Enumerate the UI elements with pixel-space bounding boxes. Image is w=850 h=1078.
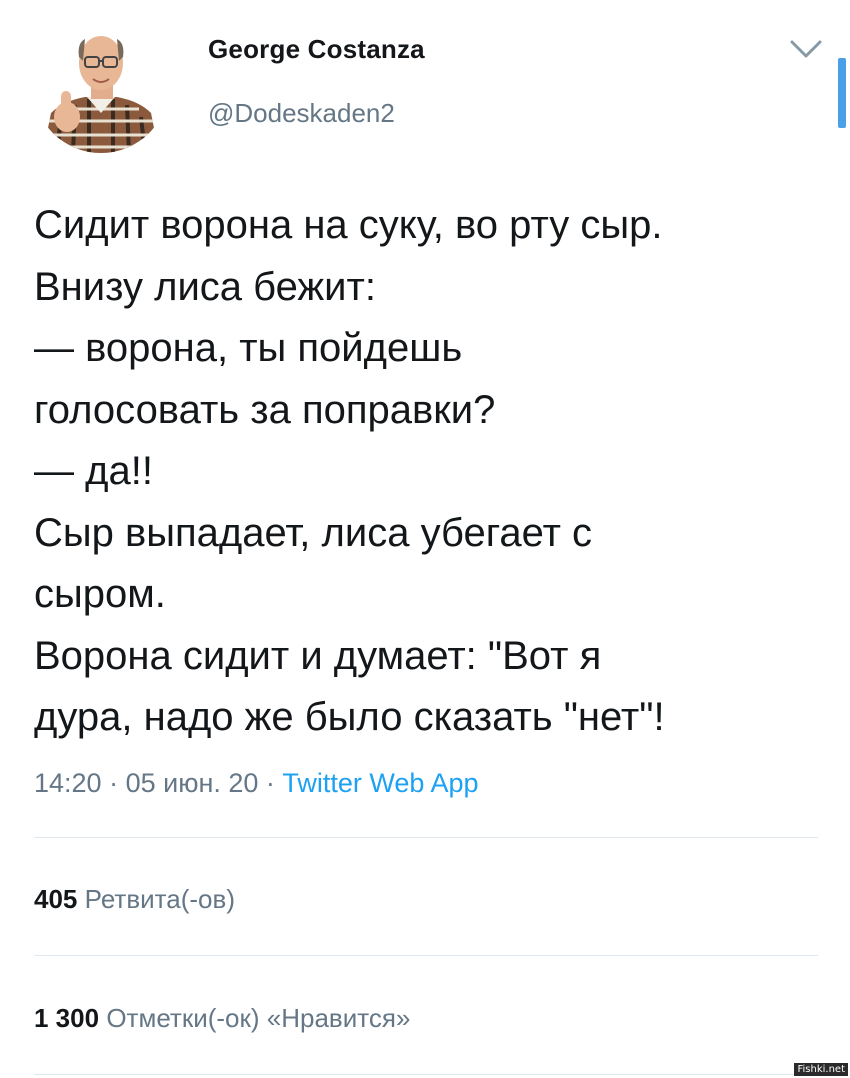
tweet-source-link[interactable]: Twitter Web App [282, 768, 478, 798]
likes-count: 1 300 [34, 1003, 100, 1033]
user-handle[interactable]: @Dodeskaden2 [208, 98, 395, 129]
tweet-line: сыром. [34, 572, 166, 616]
tweet-time[interactable]: 14:20 [34, 768, 102, 798]
tweet-line: Сыр выпадает, лиса убегает с [34, 510, 593, 555]
tweet-line: Сидит ворона на суку, во рту сыр. [34, 203, 663, 247]
tweet-line: — да!! [34, 449, 153, 493]
avatar[interactable] [33, 17, 169, 153]
tweet-line: Внизу лиса бежит: [34, 264, 376, 309]
meta-separator: · [101, 768, 126, 798]
divider [34, 955, 818, 956]
tweet-meta: 14:20 · 05 июн. 20 · Twitter Web App [34, 768, 478, 799]
tweet-line: — ворона, ты пойдешь [34, 326, 463, 370]
tweet-date[interactable]: 05 июн. 20 [126, 768, 259, 798]
meta-separator: · [258, 768, 283, 798]
scroll-indicator[interactable] [838, 58, 846, 128]
retweets-stat[interactable]: 405 Ретвита(-ов) [34, 884, 235, 915]
tweet-text: Сидит ворона на суку, во рту сыр. Внизу … [34, 195, 834, 749]
likes-label: Отметки(-ок) «Нравится» [106, 1003, 411, 1033]
display-name[interactable]: George Costanza [208, 34, 425, 65]
retweets-label: Ретвита(-ов) [84, 884, 235, 914]
tweet-line: голосовать за поправки? [34, 387, 496, 432]
divider [34, 837, 818, 838]
tweet-line: Ворона сидит и думает: "Вот я [34, 633, 602, 678]
tweet-line: дура, надо же было сказать "нет"! [34, 695, 665, 739]
chevron-down-icon[interactable] [788, 36, 824, 62]
divider [34, 1074, 818, 1075]
avatar-image [33, 17, 169, 153]
likes-stat[interactable]: 1 300 Отметки(-ок) «Нравится» [34, 1003, 410, 1034]
watermark: Fishki.net [794, 1063, 848, 1076]
retweets-count: 405 [34, 884, 78, 914]
